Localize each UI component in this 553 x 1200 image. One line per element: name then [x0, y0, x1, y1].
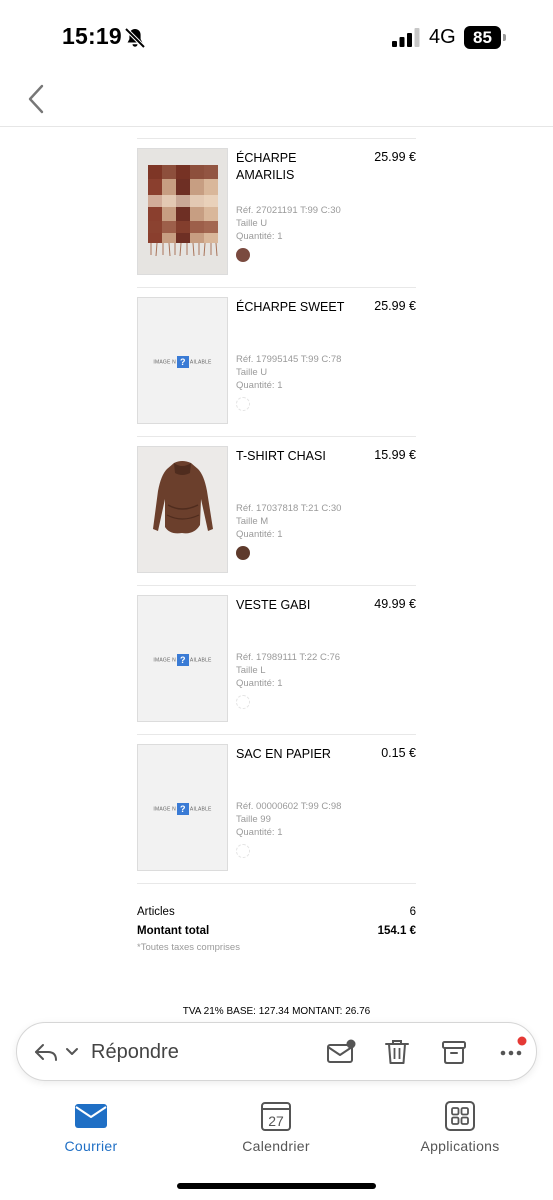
image-not-available: IMAGE N? AILABLE — [138, 654, 227, 666]
scarf-image — [138, 149, 227, 274]
color-swatch — [236, 397, 250, 411]
product-details: Réf. 17989111 T:22 C:76 Taille L Quantit… — [236, 651, 340, 690]
product-price: 0.15 € — [381, 746, 416, 760]
battery-level: 85 — [464, 26, 501, 49]
product-price: 49.99 € — [374, 597, 416, 611]
product-size: Taille M — [236, 516, 269, 527]
reply-icon[interactable] — [33, 1040, 59, 1064]
product-ref: Réf. 17995145 T:99 C:78 — [236, 354, 342, 365]
tva-line: TVA 21% BASE: 127.34 MONTANT: 26.76 — [182, 1006, 371, 1017]
chevron-down-icon[interactable] — [65, 1046, 79, 1058]
order-item: ÉCHARPE AMARILIS 25.99 € Réf. 27021191 T… — [137, 138, 416, 287]
product-ref: Réf. 17037818 T:21 C:30 — [236, 503, 342, 514]
product-name: SAC EN PAPIER — [236, 747, 331, 761]
email-body[interactable]: ÉCHARPE AMARILIS 25.99 € Réf. 27021191 T… — [0, 128, 553, 1018]
tab-mail-label: Courrier — [64, 1138, 118, 1154]
product-details: Réf. 27021191 T:99 C:30 Taille U Quantit… — [236, 204, 341, 243]
product-details: Réf. 00000602 T:99 C:98 Taille 99 Quanti… — [236, 800, 341, 839]
chevron-left-icon[interactable] — [26, 83, 48, 115]
image-na-text-right: AILABLE — [189, 359, 212, 366]
product-image: IMAGE N? AILABLE — [137, 744, 228, 871]
product-quantity: Quantité: 1 — [236, 529, 283, 540]
product-name: ÉCHARPE SWEET — [236, 300, 345, 314]
product-details: Réf. 17037818 T:21 C:30 Taille M Quantit… — [236, 502, 341, 541]
network-type: 4G — [429, 26, 456, 48]
cellular-signal-icon — [392, 28, 420, 47]
product-name: VESTE GABI — [236, 598, 311, 612]
home-indicator[interactable] — [177, 1183, 376, 1189]
product-size: Taille L — [236, 665, 266, 676]
product-name: ÉCHARPE AMARILIS — [236, 151, 297, 182]
image-na-text-right: AILABLE — [189, 806, 212, 813]
question-mark-icon: ? — [176, 803, 189, 815]
mail-icon — [75, 1104, 107, 1128]
question-mark-icon: ? — [176, 356, 189, 368]
tax-note: *Toutes taxes comprises — [137, 942, 240, 953]
color-swatch — [236, 844, 250, 858]
nav-bar — [0, 75, 553, 127]
more-options-icon[interactable] — [497, 1035, 527, 1067]
calendar-icon: 27 — [261, 1102, 291, 1131]
apps-grid-icon — [445, 1101, 475, 1131]
order-totals: Articles 6 Montant total 154.1 € *Toutes… — [137, 883, 416, 979]
reply-button[interactable]: Répondre — [91, 1041, 179, 1064]
order-item: IMAGE N? AILABLE ÉCHARPE SWEET 25.99 € Ré… — [137, 287, 416, 436]
total-row: Montant total 154.1 € — [137, 925, 416, 937]
image-not-available: IMAGE N? AILABLE — [138, 803, 227, 815]
product-name: T-SHIRT CHASI — [236, 449, 326, 463]
archive-icon[interactable] — [441, 1039, 467, 1065]
tab-apps-label: Applications — [420, 1138, 500, 1154]
color-swatch — [236, 546, 250, 560]
battery-indicator: 85 — [464, 26, 506, 49]
product-quantity: Quantité: 1 — [236, 827, 283, 838]
color-swatch — [236, 695, 250, 709]
image-na-text-left: IMAGE N — [153, 657, 176, 664]
product-ref: Réf. 00000602 T:99 C:98 — [236, 801, 342, 812]
color-swatch — [236, 248, 250, 262]
product-size: Taille U — [236, 218, 268, 229]
order-item: IMAGE N? AILABLE SAC EN PAPIER 0.15 € Réf… — [137, 734, 416, 883]
product-image — [137, 446, 228, 573]
product-ref: Réf. 17989111 T:22 C:76 — [236, 652, 341, 663]
product-size: Taille 99 — [236, 814, 271, 825]
reply-bar: Répondre — [16, 1022, 537, 1081]
order-item: IMAGE N? AILABLE VESTE GABI 49.99 € Réf. … — [137, 585, 416, 734]
product-quantity: Quantité: 1 — [236, 678, 283, 689]
calendar-date: 27 — [268, 1113, 284, 1129]
image-na-text-right: AILABLE — [189, 657, 212, 664]
product-image: IMAGE N? AILABLE — [137, 595, 228, 722]
product-image: IMAGE N? AILABLE — [137, 297, 228, 424]
product-quantity: Quantité: 1 — [236, 380, 283, 391]
image-not-available: IMAGE N? AILABLE — [138, 356, 227, 368]
image-na-text-left: IMAGE N — [153, 806, 176, 813]
tab-calendar[interactable]: 27 Calendrier — [216, 1100, 336, 1154]
product-price: 25.99 € — [374, 299, 416, 313]
product-quantity: Quantité: 1 — [236, 231, 283, 242]
product-size: Taille U — [236, 367, 268, 378]
total-label: Montant total — [137, 925, 210, 937]
tshirt-image — [138, 447, 227, 572]
status-time: 15:19 — [62, 23, 122, 49]
tab-mail[interactable]: Courrier — [31, 1100, 151, 1154]
image-na-text-left: IMAGE N — [153, 359, 176, 366]
articles-row: Articles 6 — [137, 906, 416, 918]
product-price: 25.99 € — [374, 150, 416, 164]
order-item: T-SHIRT CHASI 15.99 € Réf. 17037818 T:21… — [137, 436, 416, 585]
order-summary: ÉCHARPE AMARILIS 25.99 € Réf. 27021191 T… — [137, 138, 416, 979]
battery-tip — [503, 34, 506, 41]
total-value: 154.1 € — [377, 925, 416, 937]
articles-value: 6 — [409, 906, 416, 918]
tab-calendar-label: Calendrier — [242, 1138, 310, 1154]
articles-label: Articles — [137, 906, 175, 918]
tab-apps[interactable]: Applications — [400, 1100, 520, 1154]
status-bar: 15:19 4G 85 — [0, 0, 553, 75]
trash-icon[interactable] — [384, 1038, 410, 1066]
bell-slash-icon — [124, 27, 146, 49]
product-details: Réf. 17995145 T:99 C:78 Taille U Quantit… — [236, 353, 341, 392]
mark-unread-icon[interactable] — [326, 1039, 356, 1065]
product-ref: Réf. 27021191 T:99 C:30 — [236, 205, 341, 216]
question-mark-icon: ? — [176, 654, 189, 666]
product-price: 15.99 € — [374, 448, 416, 462]
product-image — [137, 148, 228, 275]
